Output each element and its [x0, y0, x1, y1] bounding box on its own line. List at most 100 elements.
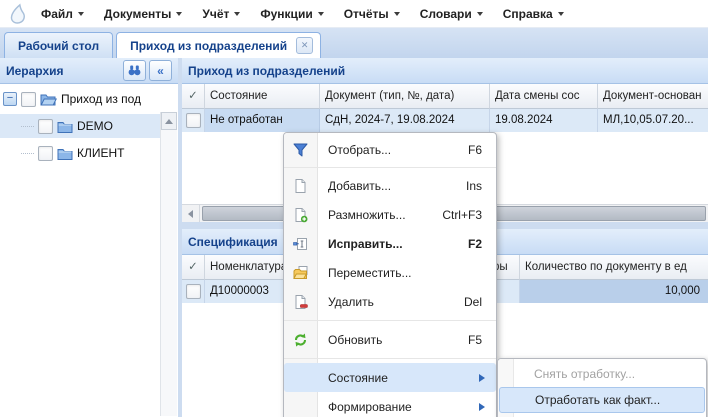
cell-date[interactable]: 19.08.2024 — [490, 109, 598, 132]
submenu-arrow-icon — [479, 374, 489, 382]
scroll-up-button[interactable] — [161, 112, 177, 130]
tab-label: Рабочий стол — [18, 39, 99, 53]
column-header-state[interactable]: Состояние — [205, 84, 320, 109]
menubar-item-documents[interactable]: Документы — [94, 7, 192, 21]
menubar-item-file[interactable]: Файл — [31, 7, 94, 21]
menu-separator — [284, 358, 496, 359]
grid2-title: Спецификация — [188, 235, 278, 249]
column-header-check[interactable]: ✓ — [182, 255, 205, 280]
tree-vertical-scrollbar[interactable] — [160, 112, 177, 416]
binoculars-icon — [128, 65, 141, 76]
table-row[interactable]: Не отработан СдН, 2024-7, 19.08.2024 19.… — [182, 109, 708, 132]
menu-separator — [284, 167, 496, 168]
menubar-item-reports[interactable]: Отчёты — [334, 7, 410, 21]
collapse-panel-button[interactable]: « — [149, 60, 172, 81]
cell-document[interactable]: СдН, 2024-7, 19.08.2024 — [320, 109, 490, 132]
menu-item-refresh[interactable]: Обновить F5 — [284, 325, 496, 354]
menubar-item-label: Отчёты — [344, 7, 389, 21]
state-submenu: Снять отработку... Отработать как факт..… — [497, 358, 707, 417]
hierarchy-panel: Иерархия « − Приход из под — [0, 58, 178, 417]
column-header-check[interactable]: ✓ — [182, 84, 205, 109]
menu-item-add[interactable]: Добавить... Ins — [284, 171, 496, 200]
menubar-item-label: Файл — [41, 7, 73, 21]
menu-item-edit[interactable]: Исправить... F2 — [284, 229, 496, 258]
tree-node-label: КЛИЕНТ — [77, 146, 125, 160]
delete-page-icon — [293, 294, 308, 309]
menubar-item-label: Словари — [420, 7, 472, 21]
tree-node-label: Приход из под — [61, 92, 141, 106]
scroll-left-button[interactable] — [182, 205, 200, 222]
tab-desktop[interactable]: Рабочий стол — [4, 32, 113, 58]
open-folder-icon — [40, 92, 57, 106]
row-checkbox[interactable] — [186, 113, 201, 128]
hierarchy-tree: − Приход из под DEMO — [0, 84, 178, 417]
menu-item-duplicate[interactable]: Размножить... Ctrl+F3 — [284, 200, 496, 229]
grid1-column-headers: ✓ Состояние Документ (тип, №, дата) Дата… — [182, 84, 708, 109]
arrow-left-icon — [184, 210, 193, 218]
tab-bar: Рабочий стол Приход из подразделений ✕ — [0, 28, 708, 59]
tree-node-checkbox[interactable] — [38, 146, 53, 161]
column-header-document[interactable]: Документ (тип, №, дата) — [320, 84, 490, 109]
row-check-cell — [182, 280, 205, 303]
edit-icon — [293, 236, 308, 251]
chevron-down-icon — [394, 12, 400, 19]
chevron-down-icon — [234, 12, 240, 19]
context-menu: Отобрать... F6 Добавить... Ins Размножит… — [283, 132, 497, 417]
add-page-icon — [293, 178, 308, 193]
menu-item-move[interactable]: Переместить... — [284, 258, 496, 287]
menu-item-state[interactable]: Состояние — [284, 363, 496, 392]
submenu-item-process-as-fact[interactable]: Отработать как факт... — [499, 387, 705, 413]
menubar-item-accounting[interactable]: Учёт — [192, 7, 250, 21]
move-folder-icon — [293, 265, 308, 280]
folder-icon — [57, 120, 73, 133]
tree-node-label: DEMO — [77, 119, 113, 133]
filter-icon — [293, 142, 308, 157]
collapse-node-icon[interactable]: − — [3, 92, 17, 106]
column-header-quantity[interactable]: Количество по документу в ед — [520, 255, 708, 280]
menubar-item-label: Справка — [503, 7, 553, 21]
folder-icon — [57, 147, 73, 160]
row-checkbox[interactable] — [186, 284, 201, 299]
submenu-arrow-icon — [479, 403, 489, 411]
duplicate-page-icon — [293, 207, 308, 222]
cell-quantity[interactable]: 10,000 — [520, 280, 708, 303]
tree-node-checkbox[interactable] — [38, 119, 53, 134]
chevron-down-icon — [78, 12, 84, 19]
cell-base-document[interactable]: МЛ,10,05.07.20... — [598, 109, 708, 132]
menu-separator — [284, 320, 496, 321]
menubar-item-functions[interactable]: Функции — [250, 7, 333, 21]
menubar-item-help[interactable]: Справка — [493, 7, 574, 21]
tab-income-from-divisions[interactable]: Приход из подразделений ✕ — [116, 32, 321, 58]
menubar-item-label: Функции — [260, 7, 312, 21]
row-check-cell — [182, 109, 205, 132]
submenu-item-remove-processing: Снять отработку... — [498, 361, 706, 387]
cell-state[interactable]: Не отработан — [205, 109, 320, 132]
tree-node-checkbox[interactable] — [21, 92, 36, 107]
tree-node-root[interactable]: − Приход из под — [0, 87, 160, 111]
column-header-state-change-date[interactable]: Дата смены сос — [490, 84, 598, 109]
tree-node-client[interactable]: КЛИЕНТ — [0, 141, 160, 165]
find-button[interactable] — [123, 60, 146, 81]
column-header-base-document[interactable]: Документ-основан — [598, 84, 708, 109]
tree-connector — [21, 126, 34, 127]
menubar: Файл Документы Учёт Функции Отчёты Слова… — [0, 0, 708, 28]
tab-label: Приход из подразделений — [130, 39, 287, 53]
hierarchy-title: Иерархия — [6, 64, 120, 78]
chevron-down-icon — [176, 12, 182, 19]
arrow-up-icon — [165, 115, 173, 124]
app-logo-icon — [5, 3, 31, 25]
menu-item-formation[interactable]: Формирование — [284, 392, 496, 417]
hierarchy-panel-header: Иерархия « — [0, 58, 178, 84]
close-icon[interactable]: ✕ — [296, 37, 313, 54]
chevron-down-icon — [558, 12, 564, 19]
grid1-panel-header: Приход из подразделений — [182, 58, 708, 84]
tree-node-demo[interactable]: DEMO — [0, 114, 160, 138]
menubar-item-label: Документы — [104, 7, 171, 21]
chevron-down-icon — [477, 12, 483, 19]
menu-item-delete[interactable]: Удалить Del — [284, 287, 496, 316]
menu-item-filter[interactable]: Отобрать... F6 — [284, 135, 496, 164]
grid1-title: Приход из подразделений — [188, 64, 345, 78]
menubar-item-label: Учёт — [202, 7, 229, 21]
menubar-item-dictionaries[interactable]: Словари — [410, 7, 493, 21]
chevron-down-icon — [318, 12, 324, 19]
